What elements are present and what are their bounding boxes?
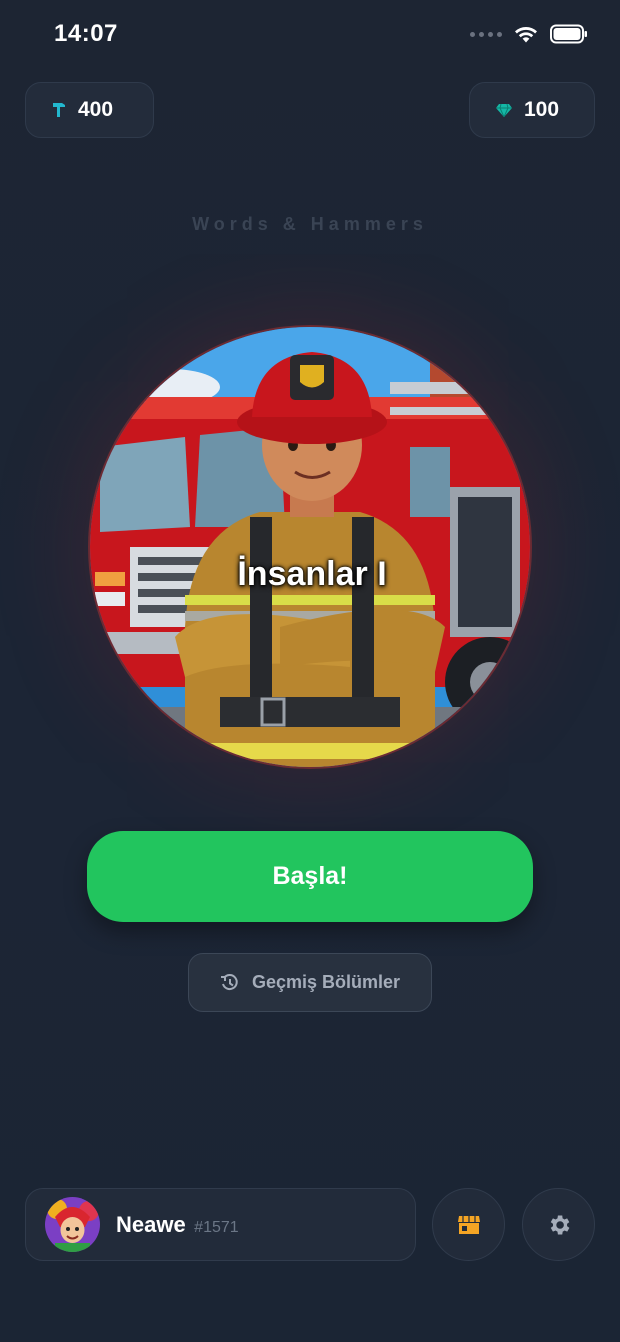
gear-icon	[550, 1214, 569, 1235]
firefighter-illustration	[90, 327, 530, 767]
gem-icon	[496, 103, 512, 117]
level-image[interactable]: İnsanlar I	[88, 325, 532, 769]
player-name: Neawe	[116, 1211, 186, 1237]
hammer-icon	[53, 103, 65, 117]
past-levels-label: Geçmiş Bölümler	[251, 972, 401, 992]
shop-icon	[457, 1215, 480, 1234]
history-icon	[220, 973, 238, 990]
past-levels-button[interactable]: Geçmiş Bölümler	[188, 953, 432, 1012]
app-title: Words & Hammers	[192, 214, 428, 234]
wifi-icon	[515, 27, 537, 43]
status-time: 14:07	[54, 20, 118, 47]
hammer-balance[interactable]: 400	[25, 82, 154, 138]
cellular-icon	[470, 31, 502, 37]
avatar	[45, 1197, 100, 1252]
settings-button[interactable]	[522, 1188, 595, 1261]
start-button[interactable]: Başla!	[87, 831, 533, 922]
player-tag: #1571	[194, 1218, 239, 1236]
battery-icon	[550, 24, 587, 44]
gem-balance[interactable]: 100	[469, 82, 595, 138]
home-screen: 14:07 400 100 Words & Hammers İnsanlar I…	[0, 0, 620, 1342]
hammer-count: 400	[78, 98, 114, 121]
shop-button[interactable]	[432, 1188, 505, 1261]
profile-card[interactable]: Neawe #1571	[25, 1188, 416, 1261]
gem-count: 100	[524, 98, 560, 121]
level-title: İnsanlar I	[237, 555, 387, 593]
status-icons	[470, 24, 588, 44]
